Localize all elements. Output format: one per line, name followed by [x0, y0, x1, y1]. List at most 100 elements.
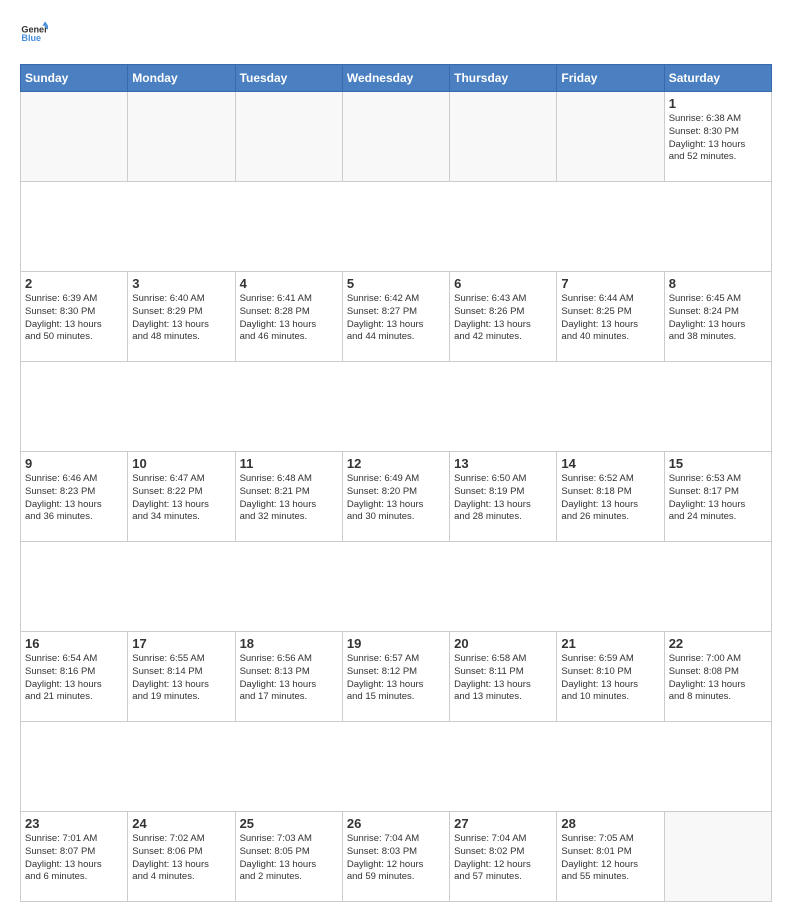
day-number: 1	[669, 96, 767, 111]
day-info: Sunrise: 6:40 AM Sunset: 8:29 PM Dayligh…	[132, 293, 230, 344]
day-number: 8	[669, 276, 767, 291]
weekday-header-sunday: Sunday	[21, 65, 128, 92]
day-number: 4	[240, 276, 338, 291]
day-info: Sunrise: 6:41 AM Sunset: 8:28 PM Dayligh…	[240, 293, 338, 344]
calendar-cell: 10Sunrise: 6:47 AM Sunset: 8:22 PM Dayli…	[128, 452, 235, 542]
calendar-cell	[342, 92, 449, 182]
calendar-cell: 18 Sunrise: 6:56 AM Sunset: 8:13 PM Dayli…	[235, 632, 342, 722]
day-info: Sunrise: 6:38 AM Sunset: 8:30 PM Dayligh…	[669, 113, 767, 164]
day-info: Sunrise: 7:00 AM Sunset: 8:08 PM Dayligh…	[669, 653, 767, 704]
day-info: Sunrise: 7:02 AM Sunset: 8:06 PM Dayligh…	[132, 833, 230, 884]
calendar-cell: 1 Sunrise: 6:38 AM Sunset: 8:30 PM Daylig…	[664, 92, 771, 182]
day-info: Sunrise: 6:48 AM Sunset: 8:21 PM Dayligh…	[240, 473, 338, 524]
day-info: Sunrise: 6:45 AM Sunset: 8:24 PM Dayligh…	[669, 293, 767, 344]
day-number: 21	[561, 636, 659, 651]
calendar-cell: 24 Sunrise: 7:02 AM Sunset: 8:06 PM Dayli…	[128, 812, 235, 902]
day-info: Sunrise: 6:39 AM Sunset: 8:30 PM Dayligh…	[25, 293, 123, 344]
calendar-cell: 2 Sunrise: 6:39 AM Sunset: 8:30 PM Daylig…	[21, 272, 128, 362]
day-info: Sunrise: 6:54 AM Sunset: 8:16 PM Dayligh…	[25, 653, 123, 704]
calendar-cell: 4 Sunrise: 6:41 AM Sunset: 8:28 PM Daylig…	[235, 272, 342, 362]
day-number: 9	[25, 456, 123, 471]
day-info: Sunrise: 6:57 AM Sunset: 8:12 PM Dayligh…	[347, 653, 445, 704]
day-info: Sunrise: 6:49 AM Sunset: 8:20 PM Dayligh…	[347, 473, 445, 524]
calendar-cell: 6 Sunrise: 6:43 AM Sunset: 8:26 PM Daylig…	[450, 272, 557, 362]
weekday-header-tuesday: Tuesday	[235, 65, 342, 92]
calendar-cell: 20Sunrise: 6:58 AM Sunset: 8:11 PM Dayli…	[450, 632, 557, 722]
weekday-header-row: SundayMondayTuesdayWednesdayThursdayFrid…	[21, 65, 772, 92]
week-spacer	[21, 182, 772, 272]
calendar-cell: 17Sunrise: 6:55 AM Sunset: 8:14 PM Dayli…	[128, 632, 235, 722]
calendar-cell: 12 Sunrise: 6:49 AM Sunset: 8:20 PM Dayli…	[342, 452, 449, 542]
day-info: Sunrise: 6:59 AM Sunset: 8:10 PM Dayligh…	[561, 653, 659, 704]
day-number: 18	[240, 636, 338, 651]
day-number: 7	[561, 276, 659, 291]
svg-text:Blue: Blue	[21, 33, 41, 43]
day-info: Sunrise: 6:42 AM Sunset: 8:27 PM Dayligh…	[347, 293, 445, 344]
weekday-header-saturday: Saturday	[664, 65, 771, 92]
calendar-cell: 5 Sunrise: 6:42 AM Sunset: 8:27 PM Daylig…	[342, 272, 449, 362]
day-number: 15	[669, 456, 767, 471]
calendar-cell	[664, 812, 771, 902]
day-info: Sunrise: 6:52 AM Sunset: 8:18 PM Dayligh…	[561, 473, 659, 524]
calendar-cell: 7 Sunrise: 6:44 AM Sunset: 8:25 PM Daylig…	[557, 272, 664, 362]
calendar-cell: 15 Sunrise: 6:53 AM Sunset: 8:17 PM Dayli…	[664, 452, 771, 542]
day-info: Sunrise: 6:46 AM Sunset: 8:23 PM Dayligh…	[25, 473, 123, 524]
weekday-header-wednesday: Wednesday	[342, 65, 449, 92]
day-number: 5	[347, 276, 445, 291]
day-number: 6	[454, 276, 552, 291]
calendar-cell: 3 Sunrise: 6:40 AM Sunset: 8:29 PM Daylig…	[128, 272, 235, 362]
header: General Blue	[20, 20, 772, 48]
calendar-cell: 25Sunrise: 7:03 AM Sunset: 8:05 PM Dayli…	[235, 812, 342, 902]
weekday-header-monday: Monday	[128, 65, 235, 92]
calendar-body: 1 Sunrise: 6:38 AM Sunset: 8:30 PM Daylig…	[21, 92, 772, 902]
calendar-cell: 9 Sunrise: 6:46 AM Sunset: 8:23 PM Daylig…	[21, 452, 128, 542]
day-number: 19	[347, 636, 445, 651]
week-spacer	[21, 722, 772, 812]
weekday-header-friday: Friday	[557, 65, 664, 92]
day-info: Sunrise: 6:43 AM Sunset: 8:26 PM Dayligh…	[454, 293, 552, 344]
week-spacer	[21, 362, 772, 452]
day-info: Sunrise: 6:58 AM Sunset: 8:11 PM Dayligh…	[454, 653, 552, 704]
day-info: Sunrise: 7:05 AM Sunset: 8:01 PM Dayligh…	[561, 833, 659, 884]
day-number: 27	[454, 816, 552, 831]
weekday-header-thursday: Thursday	[450, 65, 557, 92]
day-number: 22	[669, 636, 767, 651]
calendar-cell: 19 Sunrise: 6:57 AM Sunset: 8:12 PM Dayli…	[342, 632, 449, 722]
calendar-cell: 23 Sunrise: 7:01 AM Sunset: 8:07 PM Dayli…	[21, 812, 128, 902]
logo-icon: General Blue	[20, 20, 48, 48]
week-row-5: 23 Sunrise: 7:01 AM Sunset: 8:07 PM Dayli…	[21, 812, 772, 902]
day-info: Sunrise: 6:53 AM Sunset: 8:17 PM Dayligh…	[669, 473, 767, 524]
day-info: Sunrise: 6:56 AM Sunset: 8:13 PM Dayligh…	[240, 653, 338, 704]
calendar-cell	[128, 92, 235, 182]
logo: General Blue	[20, 20, 48, 48]
calendar-cell: 8 Sunrise: 6:45 AM Sunset: 8:24 PM Daylig…	[664, 272, 771, 362]
calendar-cell: 13Sunrise: 6:50 AM Sunset: 8:19 PM Dayli…	[450, 452, 557, 542]
week-row-1: 1 Sunrise: 6:38 AM Sunset: 8:30 PM Daylig…	[21, 92, 772, 182]
day-number: 28	[561, 816, 659, 831]
week-row-3: 9 Sunrise: 6:46 AM Sunset: 8:23 PM Daylig…	[21, 452, 772, 542]
day-number: 11	[240, 456, 338, 471]
day-number: 2	[25, 276, 123, 291]
day-info: Sunrise: 6:44 AM Sunset: 8:25 PM Dayligh…	[561, 293, 659, 344]
calendar: SundayMondayTuesdayWednesdayThursdayFrid…	[20, 64, 772, 902]
calendar-cell: 14Sunrise: 6:52 AM Sunset: 8:18 PM Dayli…	[557, 452, 664, 542]
day-info: Sunrise: 7:03 AM Sunset: 8:05 PM Dayligh…	[240, 833, 338, 884]
day-number: 24	[132, 816, 230, 831]
calendar-cell: 28 Sunrise: 7:05 AM Sunset: 8:01 PM Dayli…	[557, 812, 664, 902]
calendar-cell	[235, 92, 342, 182]
day-info: Sunrise: 6:50 AM Sunset: 8:19 PM Dayligh…	[454, 473, 552, 524]
calendar-cell: 21 Sunrise: 6:59 AM Sunset: 8:10 PM Dayli…	[557, 632, 664, 722]
calendar-cell: 16Sunrise: 6:54 AM Sunset: 8:16 PM Dayli…	[21, 632, 128, 722]
calendar-cell: 27Sunrise: 7:04 AM Sunset: 8:02 PM Dayli…	[450, 812, 557, 902]
day-number: 10	[132, 456, 230, 471]
calendar-cell: 26Sunrise: 7:04 AM Sunset: 8:03 PM Dayli…	[342, 812, 449, 902]
day-number: 23	[25, 816, 123, 831]
day-number: 26	[347, 816, 445, 831]
day-info: Sunrise: 7:01 AM Sunset: 8:07 PM Dayligh…	[25, 833, 123, 884]
day-number: 12	[347, 456, 445, 471]
calendar-cell	[21, 92, 128, 182]
day-number: 3	[132, 276, 230, 291]
calendar-cell: 11 Sunrise: 6:48 AM Sunset: 8:21 PM Dayli…	[235, 452, 342, 542]
week-row-4: 16Sunrise: 6:54 AM Sunset: 8:16 PM Dayli…	[21, 632, 772, 722]
week-spacer	[21, 542, 772, 632]
